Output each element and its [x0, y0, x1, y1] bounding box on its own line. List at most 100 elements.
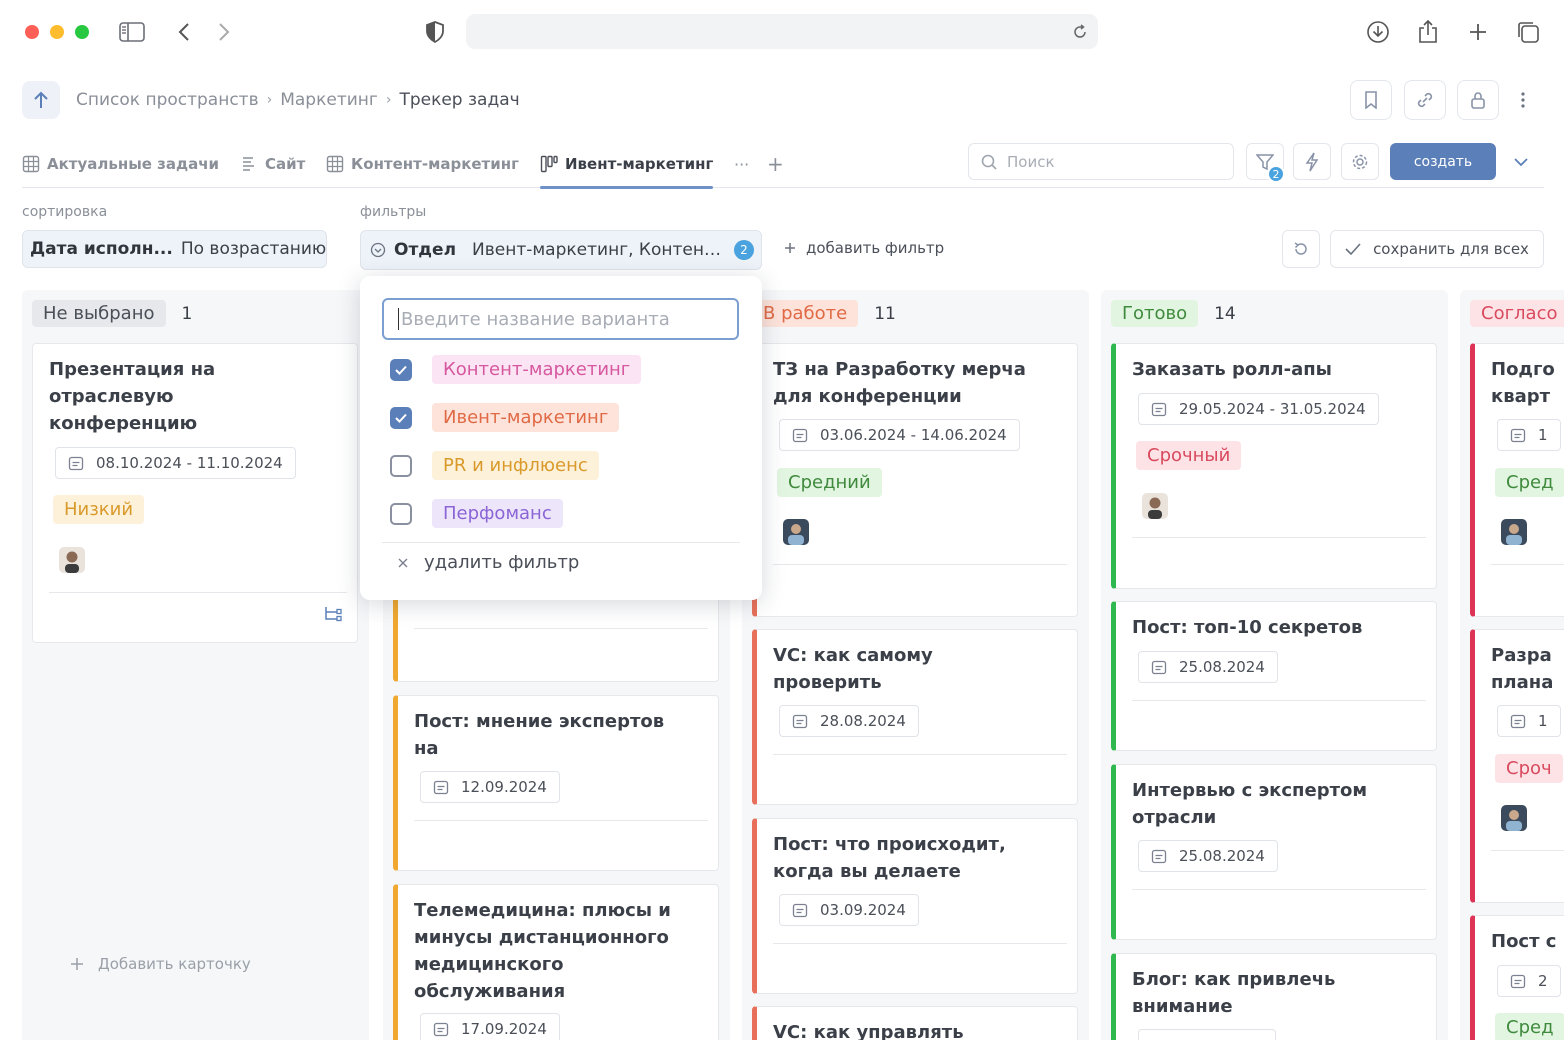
card-title: Пост: что происходит, когда вы делаете	[773, 834, 1006, 882]
checkbox-unchecked[interactable]	[390, 502, 412, 525]
tabs-more-button[interactable]: ···	[734, 140, 749, 188]
search-input[interactable]: Поиск	[968, 143, 1234, 180]
bookmark-icon	[1365, 91, 1377, 109]
task-card[interactable]: Презентация на отраслевую конференцию 08…	[32, 343, 358, 643]
option-search-input[interactable]: Введите название варианта	[382, 298, 739, 340]
search-icon	[981, 154, 997, 170]
card-divider	[773, 564, 1067, 565]
task-card[interactable]: Заказать ролл-апы 29.05.2024 - 31.05.202…	[1111, 343, 1437, 589]
task-card[interactable]: Пост: мнение экспертов на 12.09.2024	[393, 695, 719, 871]
department-filter[interactable]: Отдел Ивент-маркетинг, Контент... 2	[360, 230, 762, 270]
priority-badge: Сред	[1495, 468, 1564, 497]
share-icon[interactable]	[1410, 14, 1446, 50]
bookmark-button[interactable]	[1350, 80, 1392, 120]
task-card[interactable]: ТЗ на Разработку мерча для конференции 0…	[752, 343, 1078, 617]
reset-filters-button[interactable]	[1282, 230, 1320, 268]
copy-link-button[interactable]	[1404, 80, 1446, 120]
lock-icon	[1471, 92, 1485, 109]
card-divider	[773, 754, 1067, 755]
save-for-all-button[interactable]: сохранить для всех	[1330, 230, 1544, 268]
plus-icon	[785, 243, 795, 253]
avatar	[1501, 805, 1527, 831]
text-cursor	[398, 308, 399, 330]
card-date: 08.10.2024 - 11.10.2024	[55, 447, 296, 479]
checkbox-checked[interactable]	[390, 406, 412, 429]
card-title: Разра плана	[1491, 645, 1554, 693]
board-column-not-selected: Не выбрано 1 Презентация на отраслевую к…	[22, 290, 369, 1040]
check-icon	[1345, 243, 1361, 255]
plus-icon	[71, 958, 83, 970]
address-bar[interactable]	[466, 14, 1098, 49]
task-card[interactable]: Пост: топ-10 секретов 25.08.2024	[1111, 601, 1437, 751]
option-content-marketing[interactable]: Контент-маркетинг	[390, 355, 642, 384]
list-icon	[243, 157, 254, 171]
remove-filter-button[interactable]: удалить фильтр	[398, 552, 579, 573]
breadcrumb-marketing[interactable]: Маркетинг	[280, 90, 378, 110]
up-arrow-button[interactable]	[22, 81, 60, 119]
breadcrumb-spaces[interactable]: Список пространств	[76, 90, 259, 110]
checkbox-unchecked[interactable]	[390, 454, 412, 477]
add-filter-button[interactable]: добавить фильтр	[784, 239, 944, 257]
option-performance[interactable]: Перфоманс	[390, 499, 563, 528]
column-count: 11	[874, 303, 896, 324]
shield-icon[interactable]	[417, 14, 453, 50]
more-menu-button[interactable]	[1505, 80, 1541, 120]
calendar-icon	[792, 714, 808, 729]
back-arrow-icon[interactable]	[166, 14, 202, 50]
tab-overview-icon[interactable]	[1510, 14, 1546, 50]
task-card[interactable]: Пост: что происходит, когда вы делаете 0…	[752, 818, 1078, 994]
option-tag: Ивент-маркетинг	[432, 403, 620, 432]
task-card[interactable]: Подго кварт 1 Сред	[1470, 343, 1564, 617]
calendar-icon	[1151, 660, 1167, 675]
tab-event-marketing[interactable]: Ивент-маркетинг	[540, 140, 714, 189]
tab-current-tasks[interactable]: Актуальные задачи	[22, 140, 219, 188]
priority-badge: Низкий	[53, 495, 145, 524]
check-icon	[395, 365, 407, 375]
kanban-icon	[540, 155, 558, 173]
new-tab-icon[interactable]	[1460, 14, 1496, 50]
task-card[interactable]: Телемедицина: плюсы и минусы дистанционн…	[393, 884, 719, 1040]
card-title: Интервью с экспертом отрасли	[1132, 780, 1368, 828]
column-header: Готово 14	[1111, 300, 1236, 327]
sidebar-toggle-icon[interactable]	[114, 14, 150, 50]
filter-value-count: 2	[734, 240, 754, 260]
access-button[interactable]	[1457, 80, 1499, 120]
tab-content-marketing[interactable]: Контент-маркетинг	[326, 140, 519, 188]
column-count: 1	[181, 303, 193, 324]
checkbox-checked[interactable]	[390, 358, 412, 381]
minimize-window-button[interactable]	[50, 25, 64, 39]
card-date: 29.05.2024 - 31.05.2024	[1138, 393, 1379, 425]
tab-site[interactable]: Сайт	[240, 140, 305, 188]
create-button[interactable]: создать	[1390, 143, 1496, 180]
option-tag: PR и инфлюенс	[432, 451, 599, 480]
task-card[interactable]: VC: как управлять	[752, 1006, 1078, 1040]
automation-button[interactable]	[1293, 143, 1331, 180]
refresh-icon	[1294, 242, 1307, 255]
option-pr-influence[interactable]: PR и инфлюенс	[390, 451, 599, 480]
add-card-button[interactable]: Добавить карточку	[70, 955, 251, 973]
subtasks-icon[interactable]	[323, 606, 343, 628]
settings-button[interactable]	[1341, 143, 1379, 180]
card-title: ТЗ на Разработку мерча для конференции	[773, 359, 1026, 407]
forward-arrow-icon[interactable]	[206, 14, 242, 50]
lightning-icon	[1305, 152, 1319, 171]
task-card[interactable]: Разра плана 1 Сроч	[1470, 629, 1564, 903]
column-header: Не выбрано 1	[32, 300, 192, 327]
option-tag: Контент-маркетинг	[432, 355, 642, 384]
avatar	[1142, 493, 1168, 519]
reload-icon[interactable]	[1068, 20, 1092, 44]
add-tab-button[interactable]: +	[767, 140, 784, 188]
close-window-button[interactable]	[25, 25, 39, 39]
chevron-down-icon	[1514, 157, 1528, 166]
option-event-marketing[interactable]: Ивент-маркетинг	[390, 403, 620, 432]
card-divider	[1132, 537, 1426, 538]
task-card[interactable]: Интервью с экспертом отрасли 25.08.2024	[1111, 764, 1437, 940]
create-options-button[interactable]	[1506, 143, 1536, 180]
task-card[interactable]: VC: как самому проверить 28.08.2024	[752, 629, 1078, 805]
sort-selector[interactable]: Дата исполн... По возрастанию	[22, 230, 327, 268]
card-divider	[414, 628, 708, 629]
task-card[interactable]: Блог: как привлечь внимание	[1111, 953, 1437, 1040]
task-card[interactable]: Пост с 2 Сред	[1470, 915, 1564, 1040]
zoom-window-button[interactable]	[75, 25, 89, 39]
download-icon[interactable]	[1360, 14, 1396, 50]
